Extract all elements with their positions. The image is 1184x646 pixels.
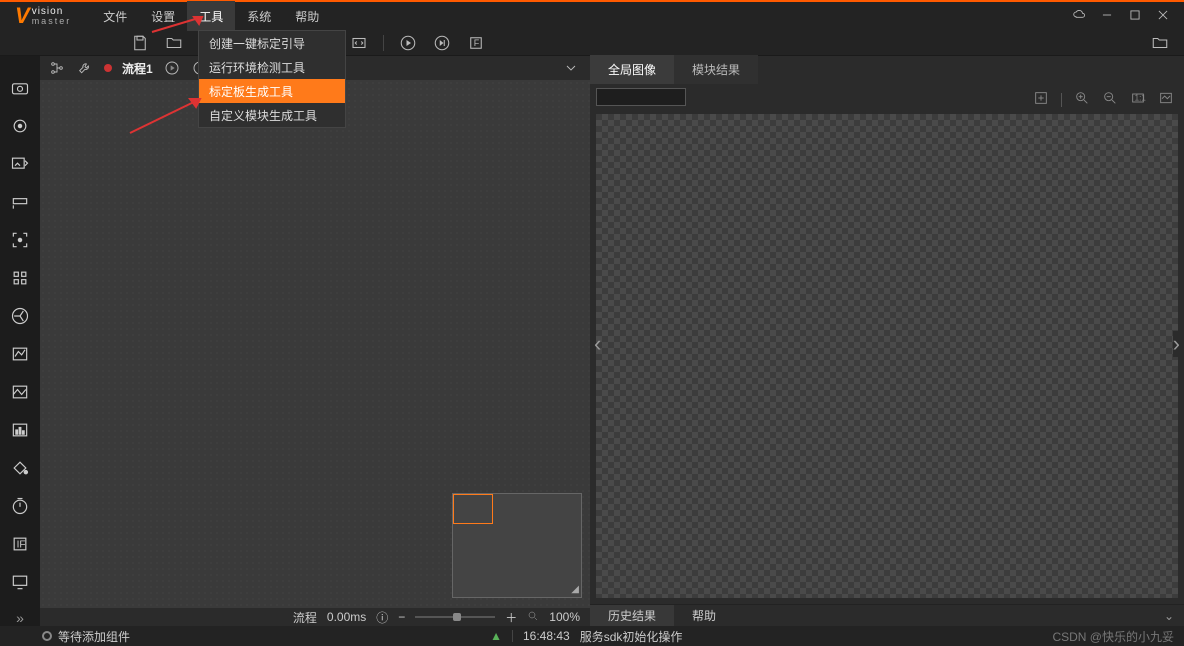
camera-icon[interactable] bbox=[8, 78, 32, 98]
status-msg-time: 16:48:43 bbox=[523, 629, 570, 643]
paint-bucket-icon[interactable] bbox=[8, 458, 32, 478]
flow-time-value: 0.00ms bbox=[327, 610, 366, 624]
add-layer-icon[interactable] bbox=[1033, 90, 1049, 109]
flow-play-icon[interactable] bbox=[163, 59, 181, 77]
flow-status-bar: 流程 0.00ms ⓘ − ＋ 100% bbox=[40, 608, 590, 626]
viewer-canvas[interactable] bbox=[596, 114, 1178, 598]
menu-tools[interactable]: 工具 bbox=[187, 1, 235, 31]
flow-status-dot bbox=[104, 64, 112, 72]
timer-icon[interactable] bbox=[8, 496, 32, 516]
svg-text:IF: IF bbox=[17, 539, 26, 550]
target-icon[interactable] bbox=[8, 116, 32, 136]
logo-text-bottom: master bbox=[32, 17, 72, 26]
image-viewer: 1:1 ‹ › bbox=[590, 84, 1184, 604]
focus-icon[interactable] bbox=[8, 230, 32, 250]
viewer-prev-icon[interactable]: ‹ bbox=[594, 331, 601, 357]
radiation-icon[interactable] bbox=[8, 306, 32, 326]
image-edit-icon[interactable] bbox=[8, 154, 32, 174]
flow-panel: 流程1 ◢ 流程 0.00ms ⓘ − ＋ 100% bbox=[40, 56, 590, 626]
bottom-tabs-chevron-icon[interactable]: ⌄ bbox=[1164, 609, 1174, 623]
app-logo: V vision master bbox=[15, 5, 71, 27]
ruler-icon[interactable] bbox=[8, 192, 32, 212]
zoom-out-viewer-icon[interactable] bbox=[1102, 90, 1118, 109]
status-msg-text: 服务sdk初始化操作 bbox=[580, 628, 683, 645]
status-ok-icon: ▲ bbox=[490, 629, 502, 643]
zoom-in-icon[interactable]: ＋ bbox=[505, 609, 517, 626]
right-bottom-tabs: 历史结果 帮助 ⌄ bbox=[590, 604, 1184, 626]
tab-global-image[interactable]: 全局图像 bbox=[590, 55, 674, 84]
menu-items: 文件 设置 工具 系统 帮助 bbox=[91, 1, 331, 31]
menu-file[interactable]: 文件 bbox=[91, 1, 139, 31]
zoom-search-icon[interactable] bbox=[527, 610, 539, 625]
flow-tab-name[interactable]: 流程1 bbox=[122, 60, 153, 77]
save-icon[interactable] bbox=[130, 33, 150, 53]
if-icon[interactable]: IF bbox=[8, 534, 32, 554]
right-tabs: 全局图像 模块结果 bbox=[590, 56, 1184, 84]
play-icon[interactable] bbox=[398, 33, 418, 53]
zoom-out-icon[interactable]: − bbox=[398, 610, 405, 624]
close-button[interactable] bbox=[1156, 8, 1170, 25]
flow-wrench-icon[interactable] bbox=[76, 59, 94, 77]
zoom-value: 100% bbox=[549, 610, 580, 624]
flow-status-label: 流程 bbox=[293, 609, 317, 626]
minimize-button[interactable] bbox=[1100, 8, 1114, 25]
minimap-viewport[interactable] bbox=[453, 494, 493, 524]
dd-runtime-check[interactable]: 运行环境检测工具 bbox=[199, 55, 345, 79]
viewer-separator bbox=[1061, 93, 1062, 107]
function-icon[interactable]: F bbox=[466, 33, 486, 53]
tab-module-result[interactable]: 模块结果 bbox=[674, 55, 758, 84]
dd-calibration-wizard[interactable]: 创建一键标定引导 bbox=[199, 31, 345, 55]
left-toolbox: IF » bbox=[0, 56, 40, 626]
fullscreen-viewer-icon[interactable] bbox=[1158, 90, 1174, 109]
open-folder-icon[interactable] bbox=[164, 33, 184, 53]
terrain-icon[interactable] bbox=[8, 382, 32, 402]
main-toolbar: var F bbox=[0, 30, 1184, 56]
dd-custom-module-gen[interactable]: 自定义模块生成工具 bbox=[199, 103, 345, 127]
flow-minimap[interactable]: ◢ bbox=[452, 493, 582, 598]
maximize-button[interactable] bbox=[1128, 8, 1142, 25]
tools-dropdown: 创建一键标定引导 运行环境检测工具 标定板生成工具 自定义模块生成工具 bbox=[198, 30, 346, 128]
menu-bar: V vision master 文件 设置 工具 系统 帮助 bbox=[0, 0, 1184, 30]
monitor-icon[interactable] bbox=[8, 572, 32, 592]
menu-system[interactable]: 系统 bbox=[235, 1, 283, 31]
dd-calibration-board-gen[interactable]: 标定板生成工具 bbox=[199, 79, 345, 103]
zoom-in-viewer-icon[interactable] bbox=[1074, 90, 1090, 109]
svg-text:1:1: 1:1 bbox=[1135, 94, 1146, 103]
svg-text:F: F bbox=[474, 38, 480, 48]
open-folder-right-icon[interactable] bbox=[1150, 33, 1170, 53]
play-next-icon[interactable] bbox=[432, 33, 452, 53]
status-dot-icon bbox=[42, 631, 52, 641]
flow-tree-icon[interactable] bbox=[48, 59, 66, 77]
zoom-slider[interactable] bbox=[415, 616, 495, 618]
status-bar: 等待添加组件 ▲ 16:48:43 服务sdk初始化操作 CSDN @快乐的小九… bbox=[0, 626, 1184, 646]
toolbar-separator bbox=[383, 35, 384, 51]
tab-history-result[interactable]: 历史结果 bbox=[590, 605, 674, 627]
status-credit: CSDN @快乐的小九妥 bbox=[1052, 628, 1174, 645]
fit-viewer-icon[interactable]: 1:1 bbox=[1130, 90, 1146, 109]
status-left-text: 等待添加组件 bbox=[58, 628, 130, 645]
viewer-next-icon[interactable]: › bbox=[1173, 331, 1180, 357]
viewer-source-select[interactable] bbox=[596, 88, 686, 106]
chart-icon[interactable] bbox=[8, 344, 32, 364]
right-panel: 全局图像 模块结果 1:1 ‹ › 历史结果 帮助 ⌄ bbox=[590, 56, 1184, 626]
logo-v-icon: V bbox=[15, 5, 30, 27]
flow-info-icon[interactable]: ⓘ bbox=[376, 609, 388, 626]
menu-settings[interactable]: 设置 bbox=[139, 1, 187, 31]
statusbar-separator bbox=[512, 630, 513, 642]
histogram-icon[interactable] bbox=[8, 420, 32, 440]
tab-help[interactable]: 帮助 bbox=[674, 605, 734, 627]
minimap-resize-icon: ◢ bbox=[571, 584, 579, 595]
code-icon[interactable] bbox=[349, 33, 369, 53]
grid-icon[interactable] bbox=[8, 268, 32, 288]
expand-toolbox-icon[interactable]: » bbox=[16, 610, 24, 626]
logo-text-top: vision bbox=[32, 7, 72, 17]
menu-help[interactable]: 帮助 bbox=[283, 1, 331, 31]
flow-tab-chevron-down-icon[interactable] bbox=[562, 59, 580, 77]
cloud-icon[interactable] bbox=[1072, 8, 1086, 25]
